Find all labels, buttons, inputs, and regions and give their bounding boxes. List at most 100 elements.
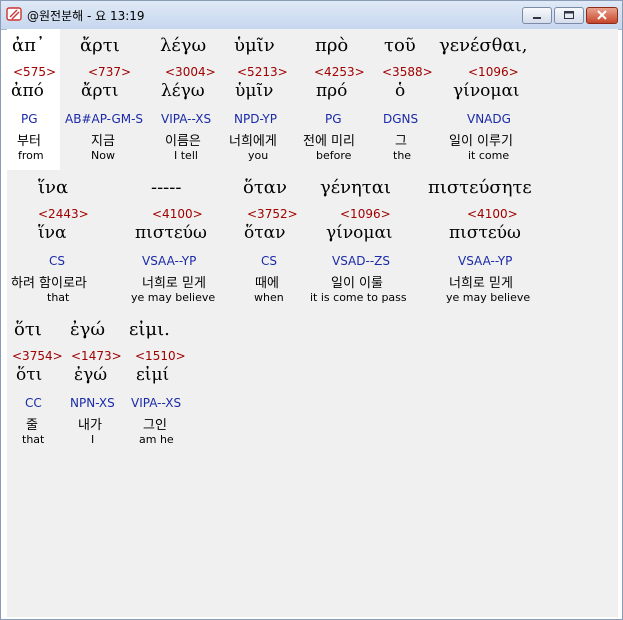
- lemma: ἄρτι: [81, 81, 119, 101]
- korean-gloss: 하려 함이로라: [11, 276, 87, 291]
- strongs-number[interactable]: <3004>: [165, 65, 216, 79]
- greek-word[interactable]: πιστεύσητε: [428, 177, 532, 198]
- bible-app-icon: [6, 7, 22, 21]
- strongs-number[interactable]: <4100>: [467, 207, 518, 221]
- parsing-code[interactable]: VSAA--YP: [458, 254, 512, 268]
- greek-word[interactable]: ἀπ᾽: [12, 35, 45, 56]
- korean-gloss: 너희로 믿게: [142, 276, 206, 291]
- english-gloss: before: [316, 149, 352, 162]
- strongs-number[interactable]: <3754>: [12, 349, 63, 363]
- greek-word[interactable]: ἵνα: [38, 177, 68, 198]
- english-gloss: that: [47, 291, 70, 304]
- lemma: γίνομαι: [326, 223, 393, 243]
- korean-gloss: 너희에게: [229, 134, 277, 149]
- korean-gloss: 일이 이룰: [331, 276, 383, 291]
- greek-word[interactable]: ὑμῖν: [234, 35, 275, 56]
- lemma: πιστεύω: [449, 223, 521, 243]
- greek-word[interactable]: πρὸ: [315, 35, 348, 56]
- lemma: ἀπό: [11, 81, 44, 101]
- english-gloss: when: [254, 291, 284, 304]
- strongs-number[interactable]: <1096>: [468, 65, 519, 79]
- english-gloss: it is come to pass: [310, 291, 407, 304]
- korean-gloss: 부터: [17, 134, 41, 149]
- korean-gloss: 지금: [91, 134, 115, 149]
- strongs-number[interactable]: <3588>: [382, 65, 433, 79]
- minimize-icon: [533, 17, 541, 19]
- greek-word[interactable]: -----: [151, 177, 181, 198]
- parsing-code[interactable]: VNADG: [467, 112, 511, 126]
- parsing-code[interactable]: PG: [21, 112, 38, 126]
- app-window: @원전분해 - 요 13:19 ἀπ᾽ <575> ἀπό PG 부터 from…: [0, 0, 623, 620]
- strongs-number[interactable]: <575>: [13, 65, 56, 79]
- parsing-code[interactable]: CS: [261, 254, 277, 268]
- greek-word[interactable]: λέγω: [160, 35, 206, 56]
- window-title: @원전분해 - 요 13:19: [27, 9, 145, 23]
- english-gloss: it come: [468, 149, 510, 162]
- greek-word[interactable]: τοῦ: [384, 35, 416, 56]
- interlinear-panel[interactable]: ἀπ᾽ <575> ἀπό PG 부터 from ἄρτι <737> ἄρτι…: [7, 29, 618, 617]
- english-gloss: I: [91, 433, 95, 446]
- greek-word[interactable]: γενέσθαι,: [439, 35, 527, 56]
- strongs-number[interactable]: <1096>: [340, 207, 391, 221]
- close-icon: [597, 10, 607, 20]
- lemma: εἰμί: [136, 365, 170, 385]
- lemma: πρό: [316, 81, 348, 101]
- lemma: λέγω: [161, 81, 205, 101]
- lemma: ὅταν: [244, 223, 286, 243]
- greek-word[interactable]: ὅταν: [243, 177, 287, 198]
- parsing-code[interactable]: DGNS: [383, 112, 418, 126]
- lemma: πιστεύω: [135, 223, 207, 243]
- english-gloss: ye may believe: [131, 291, 216, 304]
- lemma: ἵνα: [38, 223, 67, 243]
- english-gloss: that: [22, 433, 45, 446]
- greek-word[interactable]: ὅτι: [14, 319, 42, 340]
- lemma: ὑμῖν: [235, 81, 274, 101]
- strongs-number[interactable]: <4100>: [152, 207, 203, 221]
- lemma: ὅτι: [16, 365, 43, 385]
- parsing-code[interactable]: CC: [25, 396, 42, 410]
- strongs-number[interactable]: <1473>: [71, 349, 122, 363]
- maximize-button[interactable]: [554, 7, 584, 24]
- strongs-number[interactable]: <4253>: [314, 65, 365, 79]
- strongs-number[interactable]: <1510>: [135, 349, 186, 363]
- english-gloss: you: [248, 149, 269, 162]
- strongs-number[interactable]: <3752>: [247, 207, 298, 221]
- parsing-code[interactable]: NPD-YP: [234, 112, 277, 126]
- title-bar[interactable]: @원전분해 - 요 13:19: [1, 1, 622, 30]
- english-gloss: ye may believe: [446, 291, 531, 304]
- lemma: ὁ: [395, 81, 406, 101]
- korean-gloss: 내가: [78, 418, 102, 433]
- korean-gloss: 그인: [143, 418, 167, 433]
- korean-gloss: 일이 이루기: [449, 134, 513, 149]
- maximize-icon: [564, 11, 574, 19]
- lemma: ἐγώ: [74, 365, 108, 385]
- parsing-code[interactable]: CS: [49, 254, 65, 268]
- parsing-code[interactable]: NPN-XS: [70, 396, 115, 410]
- english-gloss: am he: [139, 433, 174, 446]
- korean-gloss: 전에 미리: [303, 134, 355, 149]
- parsing-code[interactable]: VSAD--ZS: [332, 254, 390, 268]
- english-gloss: I tell: [174, 149, 198, 162]
- strongs-number[interactable]: <5213>: [237, 65, 288, 79]
- korean-gloss: 때에: [255, 276, 279, 291]
- parsing-code[interactable]: AB#AP-GM-S: [65, 112, 143, 126]
- greek-word[interactable]: ἄρτι: [80, 35, 120, 56]
- lemma: γίνομαι: [453, 81, 520, 101]
- korean-gloss: 줄: [26, 418, 38, 433]
- parsing-code[interactable]: VSAA--YP: [142, 254, 196, 268]
- close-button[interactable]: [586, 7, 618, 24]
- english-gloss: the: [393, 149, 412, 162]
- greek-word[interactable]: εἰμι.: [129, 319, 170, 340]
- greek-word[interactable]: γένηται: [320, 177, 391, 198]
- minimize-button[interactable]: [522, 7, 552, 24]
- parsing-code[interactable]: VIPA--XS: [131, 396, 181, 410]
- english-gloss: from: [18, 149, 44, 162]
- korean-gloss: 이름은: [165, 134, 201, 149]
- greek-word[interactable]: ἐγώ: [70, 319, 105, 340]
- parsing-code[interactable]: VIPA--XS: [161, 112, 211, 126]
- strongs-number[interactable]: <737>: [88, 65, 131, 79]
- parsing-code[interactable]: PG: [325, 112, 342, 126]
- english-gloss: Now: [91, 149, 115, 162]
- strongs-number[interactable]: <2443>: [38, 207, 89, 221]
- korean-gloss: 그: [395, 134, 407, 149]
